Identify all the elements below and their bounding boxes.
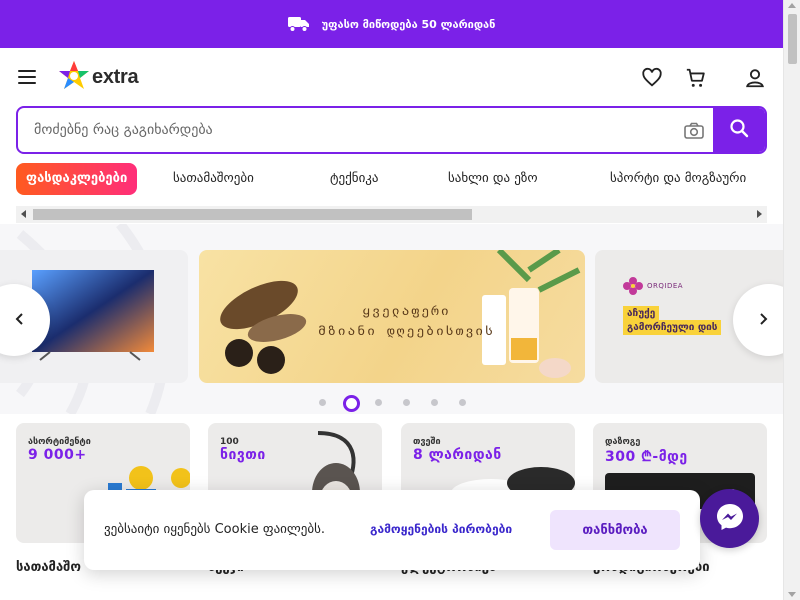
- messenger-icon: [714, 501, 746, 537]
- category-home-garden[interactable]: სახლი და ეზო: [448, 163, 538, 195]
- logo-star-icon: [58, 60, 90, 94]
- page-scrollbar[interactable]: [783, 0, 800, 600]
- carousel-dot[interactable]: [366, 393, 394, 413]
- orqidea-line1: აჩუქე: [623, 306, 660, 321]
- scroll-up-arrow-icon[interactable]: [788, 3, 796, 8]
- cookie-banner: ვებსაიტი იყენებს Cookie ფაილებს. გამოყენ…: [84, 490, 700, 570]
- truck-icon: [287, 15, 310, 33]
- card-title-toys[interactable]: სათამაშო: [16, 560, 81, 575]
- category-scrollbar[interactable]: [16, 206, 767, 223]
- chevron-right-icon: [760, 313, 768, 325]
- orqidea-brand: ORQIDEA: [647, 282, 684, 290]
- category-sport-travel[interactable]: სპორტი და მოგზაური: [610, 163, 746, 195]
- category-nav: ფასდაკლებები სათამაშოები ტექნიკა სახლი დ…: [16, 163, 767, 197]
- user-icon[interactable]: [744, 67, 766, 89]
- chevron-left-icon: [15, 313, 23, 325]
- banner-summer[interactable]: ყველაფერი მზიანი დღეებისთვის: [199, 250, 585, 383]
- logo[interactable]: extra: [58, 60, 139, 94]
- cart-icon[interactable]: [685, 67, 707, 89]
- carousel-dot[interactable]: [310, 393, 338, 413]
- scrollbar-thumb[interactable]: [788, 14, 797, 64]
- scrollbar-thumb[interactable]: [33, 209, 472, 220]
- summer-banner-line2: მზიანი დღეებისთვის: [318, 324, 495, 339]
- search-input[interactable]: [18, 108, 678, 152]
- search-bar: [16, 106, 767, 154]
- header: extra: [0, 48, 783, 106]
- page: უფასო მიწოდება 50 ლარიდან extra მოძებნე …: [0, 0, 800, 600]
- summer-banner-title: ყველაფერი მზიანი დღეებისთვის: [299, 302, 514, 342]
- search-button[interactable]: [713, 108, 765, 152]
- promo-bar[interactable]: უფასო მიწოდება 50 ლარიდან: [0, 0, 783, 48]
- cookie-text: ვებსაიტი იყენებს Cookie ფაილებს.: [104, 522, 325, 537]
- category-technics[interactable]: ტექნიკა: [330, 163, 379, 195]
- cookie-agree-button[interactable]: თანხმობა: [550, 510, 680, 550]
- logo-text: extra: [92, 65, 139, 88]
- orqidea-line2: გამორჩეული დის: [623, 320, 722, 335]
- scroll-left-arrow-icon[interactable]: [21, 210, 26, 218]
- scroll-down-arrow-icon[interactable]: [788, 592, 796, 597]
- scroll-right-arrow-icon[interactable]: [757, 210, 762, 218]
- banner-carousel: ყველაფერი მზიანი დღეებისთვის ORQIDEA აჩუ…: [0, 224, 783, 414]
- summer-banner-line1: ყველაფერი: [362, 304, 451, 319]
- menu-icon[interactable]: [18, 70, 38, 84]
- carousel-dot[interactable]: [422, 393, 450, 413]
- category-toys[interactable]: სათამაშოები: [173, 163, 254, 195]
- promo-text: უფასო მიწოდება 50 ლარიდან: [321, 17, 496, 31]
- carousel-dot[interactable]: [394, 393, 422, 413]
- carousel-dot-active[interactable]: [338, 393, 366, 413]
- carousel-dot[interactable]: [450, 393, 478, 413]
- search-icon: [729, 118, 749, 142]
- terms-link[interactable]: გამოყენების პირობები: [370, 522, 512, 536]
- camera-icon[interactable]: [684, 122, 704, 140]
- category-sale[interactable]: ფასდაკლებები: [16, 163, 138, 195]
- messenger-chat-button[interactable]: [700, 489, 759, 548]
- orchid-icon: [623, 277, 643, 295]
- carousel-dots: [310, 393, 478, 413]
- heart-icon[interactable]: [641, 67, 663, 89]
